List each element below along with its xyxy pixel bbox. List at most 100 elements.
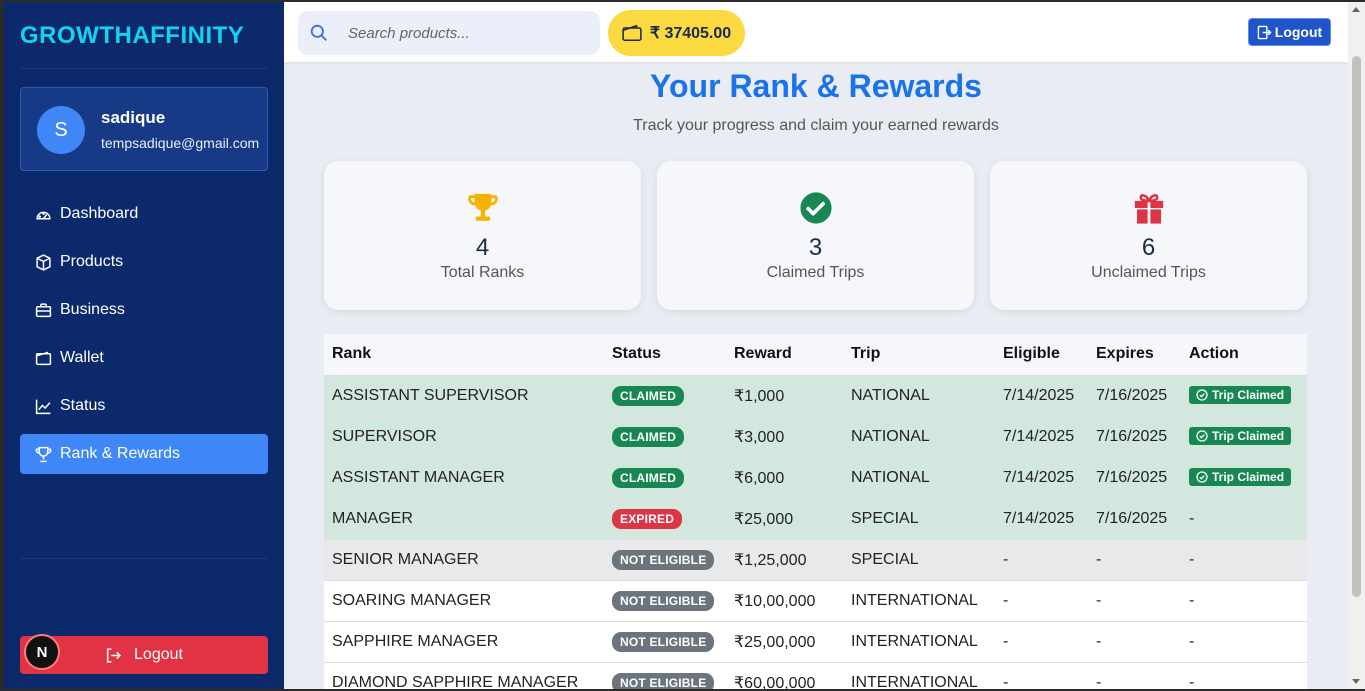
- rank-name: ASSISTANT MANAGER: [324, 456, 604, 498]
- rank-name: SAPPHIRE MANAGER: [324, 620, 604, 662]
- sidebar-item-business[interactable]: Business: [20, 290, 268, 330]
- eligible-date: 7/14/2025: [995, 374, 1088, 416]
- trophy-icon: [35, 446, 52, 462]
- rank-name: SENIOR MANAGER: [324, 538, 604, 580]
- action-label: Trip Claimed: [1212, 387, 1285, 402]
- search-input[interactable]: [348, 24, 578, 42]
- search-box: [298, 11, 600, 55]
- stat-value: 3: [808, 234, 823, 261]
- page-title: Your Rank & Rewards: [650, 68, 982, 104]
- logout-icon: [1257, 25, 1272, 39]
- sidebar-item-status[interactable]: Status: [20, 386, 268, 426]
- status-badge: CLAIMED: [612, 385, 685, 406]
- profile-name: sadique: [101, 108, 166, 127]
- reward-amount: ₹25,00,000: [726, 620, 843, 662]
- status-badge: NOT ELIGIBLE: [612, 672, 715, 689]
- top-bar: ₹ 37405.00 Logout: [284, 2, 1348, 62]
- trip-type: SPECIAL: [843, 497, 995, 539]
- trip-type: INTERNATIONAL: [843, 620, 995, 662]
- sidebar-item-label: Wallet: [60, 349, 104, 366]
- expires-date: 7/16/2025: [1088, 456, 1181, 498]
- sidebar-item-products[interactable]: Products: [20, 242, 268, 282]
- reward-amount: ₹25,000: [726, 497, 843, 539]
- reward-amount: ₹60,00,000: [726, 661, 843, 689]
- action-cell: -: [1181, 497, 1307, 539]
- rank-name: SUPERVISOR: [324, 415, 604, 457]
- trip-type: NATIONAL: [843, 415, 995, 457]
- table-row: DIAMOND SAPPHIRE MANAGER NOT ELIGIBLE ₹6…: [324, 661, 1307, 689]
- action-label: Trip Claimed: [1212, 428, 1285, 443]
- trip-claimed-button[interactable]: Trip Claimed: [1189, 385, 1292, 404]
- sidebar-item-label: Business: [60, 301, 125, 318]
- brand-logo[interactable]: GROWTHAFFINITY: [20, 22, 244, 50]
- gift-icon: [1134, 194, 1164, 224]
- reward-amount: ₹10,00,000: [726, 579, 843, 621]
- column-header-eligible[interactable]: Eligible: [995, 334, 1088, 375]
- status-badge: CLAIMED: [612, 467, 685, 488]
- trip-type: INTERNATIONAL: [843, 661, 995, 689]
- wallet-balance: ₹ 37405.00: [649, 25, 732, 42]
- rank-name: SOARING MANAGER: [324, 579, 604, 621]
- trip-type: NATIONAL: [843, 456, 995, 498]
- trip-type: INTERNATIONAL: [843, 579, 995, 621]
- profile-email: tempsadique@gmail.com: [101, 135, 260, 151]
- page-subtitle: Track your progress and claim your earne…: [633, 117, 999, 134]
- status-badge: EXPIRED: [612, 508, 683, 529]
- column-header-action[interactable]: Action: [1181, 334, 1307, 375]
- table-row: SENIOR MANAGER NOT ELIGIBLE ₹1,25,000 SP…: [324, 538, 1307, 580]
- check-circle-icon: [1196, 388, 1208, 401]
- status-badge: CLAIMED: [612, 426, 685, 447]
- wallet-balance-pill[interactable]: ₹ 37405.00: [608, 10, 745, 56]
- sidebar-item-dashboard[interactable]: Dashboard: [20, 194, 268, 234]
- rank-name: DIAMOND SAPPHIRE MANAGER: [324, 661, 604, 689]
- eligible-date: -: [995, 579, 1088, 621]
- sidebar-item-rank-rewards[interactable]: Rank & Rewards: [20, 434, 268, 474]
- divider: [20, 558, 268, 559]
- page-scrollbar[interactable]: [1348, 2, 1365, 689]
- trip-claimed-button[interactable]: Trip Claimed: [1189, 467, 1292, 486]
- column-header-reward[interactable]: Reward: [726, 334, 843, 375]
- expires-date: -: [1088, 538, 1181, 580]
- action-cell: -: [1181, 620, 1307, 662]
- sidebar-item-wallet[interactable]: Wallet: [20, 338, 268, 378]
- action-cell: -: [1181, 661, 1307, 689]
- table-row: MANAGER EXPIRED ₹25,000 SPECIAL 7/14/202…: [324, 497, 1307, 539]
- check-circle-icon: [1196, 429, 1208, 442]
- rank-rewards-table: Rank Status Reward Trip Eligible Expires…: [324, 334, 1307, 689]
- check-circle-icon: [800, 192, 832, 224]
- sidebar-item-label: Status: [60, 397, 106, 414]
- briefcase-icon: [35, 302, 52, 317]
- wallet-icon: [35, 351, 52, 365]
- scroll-thumb[interactable]: [1352, 56, 1361, 597]
- stat-label: Unclaimed Trips: [1091, 264, 1206, 281]
- scroll-down-arrow-icon[interactable]: [1352, 679, 1360, 684]
- action-cell: -: [1181, 538, 1307, 580]
- top-logout-button[interactable]: Logout: [1248, 18, 1331, 46]
- column-header-rank[interactable]: Rank: [324, 334, 604, 375]
- rank-name: ASSISTANT SUPERVISOR: [324, 374, 604, 416]
- stat-card-claimed-trips: 3 Claimed Trips: [657, 161, 974, 310]
- check-circle-icon: [1196, 470, 1208, 483]
- scroll-up-arrow-icon[interactable]: [1352, 7, 1360, 12]
- status-badge: NOT ELIGIBLE: [612, 590, 715, 611]
- sidebar-logout-label: Logout: [134, 646, 183, 663]
- main-content: Your Rank & Rewards Track your progress …: [284, 62, 1348, 689]
- stat-label: Total Ranks: [440, 264, 525, 281]
- wallet-icon: [622, 24, 642, 41]
- column-header-trip[interactable]: Trip: [843, 334, 995, 375]
- stat-value: 6: [1141, 234, 1156, 261]
- stat-card-total-ranks: 4 Total Ranks: [324, 161, 641, 310]
- sidebar: GROWTHAFFINITY S sadique tempsadique@gma…: [4, 2, 284, 689]
- table-row: SOARING MANAGER NOT ELIGIBLE ₹10,00,000 …: [324, 579, 1307, 621]
- column-header-status[interactable]: Status: [604, 334, 726, 375]
- column-header-expires[interactable]: Expires: [1088, 334, 1181, 375]
- trip-claimed-button[interactable]: Trip Claimed: [1189, 426, 1292, 445]
- trip-type: SPECIAL: [843, 538, 995, 580]
- reward-amount: ₹1,000: [726, 374, 843, 416]
- eligible-date: 7/14/2025: [995, 415, 1088, 457]
- dev-tools-badge[interactable]: N: [24, 634, 60, 670]
- expires-date: 7/16/2025: [1088, 374, 1181, 416]
- sidebar-item-label: Rank & Rewards: [60, 445, 181, 462]
- reward-amount: ₹3,000: [726, 415, 843, 457]
- stat-value: 4: [475, 234, 490, 261]
